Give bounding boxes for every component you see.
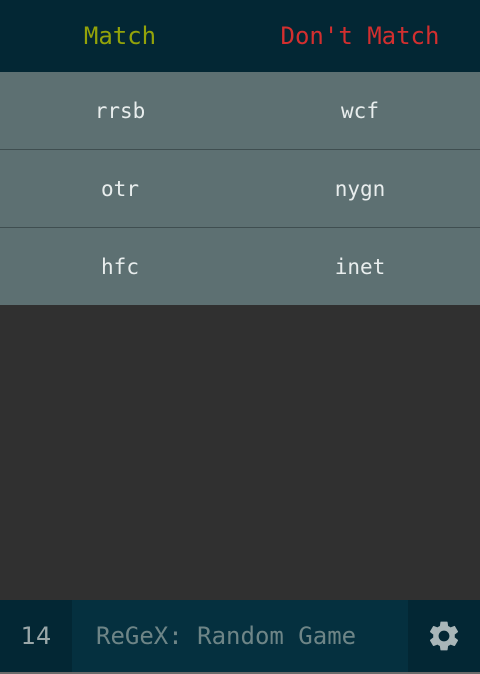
match-word: otr bbox=[101, 176, 139, 201]
dont-match-word: nygn bbox=[334, 176, 386, 201]
dont-match-word: inet bbox=[334, 254, 386, 279]
input-bar: 14 bbox=[0, 600, 480, 672]
match-column-title: Match bbox=[83, 22, 157, 50]
gear-icon bbox=[429, 621, 459, 651]
app-root: Match Don't Match rrsb wcf otr nygn hfc … bbox=[0, 0, 480, 674]
match-word: hfc bbox=[101, 254, 139, 279]
word-row: rrsb wcf bbox=[0, 72, 480, 150]
score-counter: 14 bbox=[20, 622, 52, 650]
regex-input[interactable] bbox=[72, 600, 408, 672]
match-word: rrsb bbox=[94, 98, 146, 123]
word-row: hfc inet bbox=[0, 228, 480, 305]
dont-match-word: wcf bbox=[341, 98, 379, 123]
column-header: Match Don't Match bbox=[0, 0, 480, 72]
word-row: otr nygn bbox=[0, 150, 480, 228]
word-list: rrsb wcf otr nygn hfc inet bbox=[0, 72, 480, 305]
dont-match-column-title: Don't Match bbox=[280, 22, 440, 50]
settings-button[interactable] bbox=[408, 600, 480, 672]
